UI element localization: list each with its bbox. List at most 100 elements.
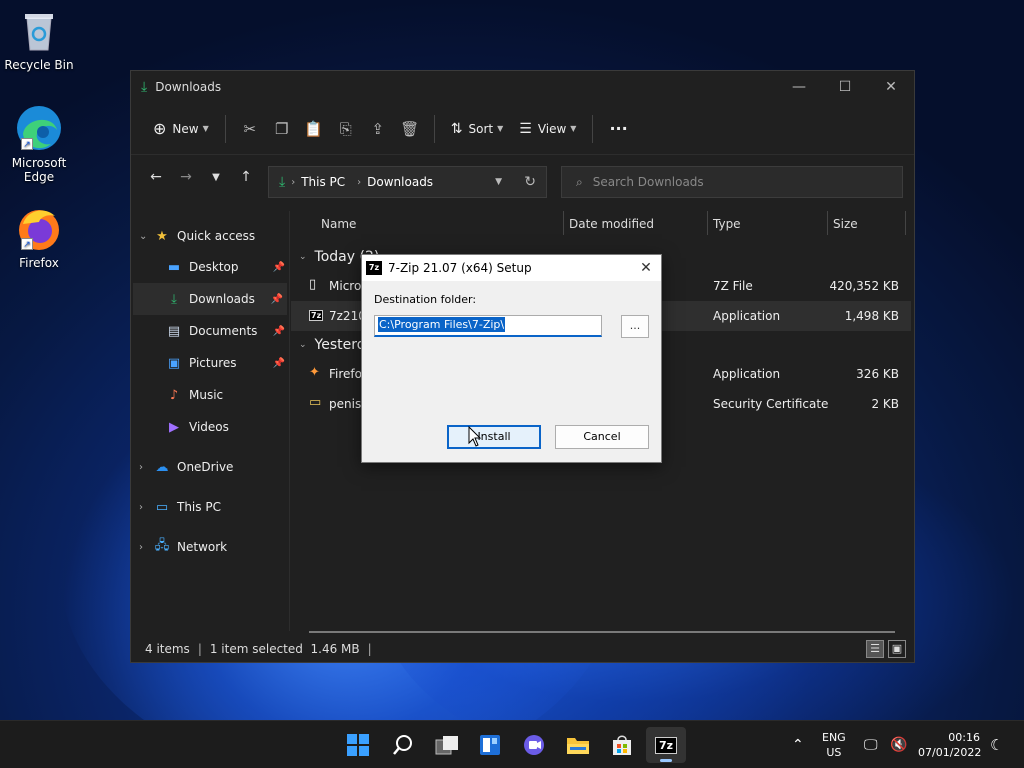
file-size: 1,498 KB — [844, 309, 899, 323]
file-type: 7Z File — [713, 279, 753, 293]
horizontal-scrollbar[interactable] — [309, 631, 895, 633]
cut-button[interactable]: ✂ — [234, 112, 266, 146]
file-explorer-taskbar-button[interactable] — [558, 727, 598, 763]
7zip-taskbar-button[interactable]: 7z — [646, 727, 686, 763]
back-button[interactable]: ← — [141, 162, 171, 192]
tiles-view-button[interactable]: ▣ — [888, 640, 906, 658]
up-button[interactable]: ↑ — [231, 162, 261, 192]
sidebar-item-pictures[interactable]: ▣ Pictures 📌 — [131, 347, 289, 379]
search-taskbar-button[interactable] — [383, 727, 423, 763]
network-status-button[interactable]: 🖵 — [864, 721, 878, 768]
desktop-icon-recycle-bin[interactable]: Recycle Bin — [4, 6, 74, 72]
new-button[interactable]: ⊕ New ▼ — [145, 112, 217, 146]
pin-icon[interactable]: 📌 — [271, 294, 283, 305]
sidebar-item-label: Network — [177, 540, 228, 554]
pane-divider[interactable] — [289, 211, 290, 631]
arrow-right-icon: → — [180, 169, 192, 185]
view-label: View — [537, 121, 567, 136]
pin-icon[interactable]: 📌 — [273, 358, 285, 369]
share-button[interactable]: ⇪ — [362, 112, 394, 146]
view-button[interactable]: ☰ View ▼ — [511, 112, 584, 146]
store-button[interactable] — [602, 727, 642, 763]
new-label: New — [172, 121, 199, 136]
sidebar-item-downloads[interactable]: ⤓ Downloads 📌 — [133, 283, 287, 315]
pin-icon[interactable]: 📌 — [273, 326, 285, 337]
column-header-type[interactable]: Type — [713, 217, 741, 231]
column-header-name[interactable]: Name — [321, 217, 356, 231]
more-options-button[interactable]: ··· — [601, 112, 635, 146]
dialog-title-bar[interactable]: 7z 7-Zip 21.07 (x64) Setup — [362, 255, 661, 281]
clock[interactable]: 00:16 07/01/2022 — [918, 730, 982, 760]
chevron-down-icon: ▼ — [570, 124, 577, 133]
music-icon: ♪ — [169, 387, 179, 403]
breadcrumb-this-pc[interactable]: This PC — [301, 175, 345, 189]
focus-assist-button[interactable]: ☾ — [990, 721, 1003, 768]
plus-circle-icon: ⊕ — [153, 119, 167, 138]
file-size: 420,352 KB — [829, 279, 899, 293]
toolbar-divider — [224, 114, 226, 143]
sidebar-item-network[interactable]: › 🖧 Network — [131, 531, 289, 563]
rename-button[interactable]: ⎘ — [330, 112, 362, 146]
minimize-button[interactable]: — — [776, 71, 822, 103]
sidebar-item-documents[interactable]: ▤ Documents 📌 — [131, 315, 289, 347]
column-header-date-modified[interactable]: Date modified — [569, 217, 654, 231]
status-bar: 4 items | 1 item selected 1.46 MB | ☰ ▣ — [131, 636, 914, 662]
breadcrumb-separator-icon: › — [357, 176, 362, 188]
column-divider[interactable] — [563, 211, 564, 235]
sidebar-item-quick-access[interactable]: ⌄ ★ Quick access — [131, 221, 289, 251]
breadcrumb-downloads[interactable]: Downloads — [367, 175, 433, 189]
browse-button[interactable]: ... — [621, 315, 649, 338]
star-icon: ★ — [156, 228, 168, 244]
desktop-icon-firefox[interactable]: ↗ Firefox — [4, 204, 74, 270]
address-bar[interactable]: ⤓ › This PC › Downloads ▼ ↻ — [268, 166, 547, 198]
destination-folder-label: Destination folder: — [374, 293, 477, 306]
sidebar-item-music[interactable]: ♪ Music — [131, 379, 289, 411]
sidebar-item-videos[interactable]: ▶ Videos — [131, 411, 289, 443]
moon-icon: ☾ — [990, 736, 1004, 754]
cancel-button[interactable]: Cancel — [555, 425, 649, 449]
sidebar-item-onedrive[interactable]: › ☁ OneDrive — [131, 451, 289, 483]
desktop-icon-edge[interactable]: ↗ Microsoft Edge — [4, 104, 74, 184]
column-divider[interactable] — [905, 211, 906, 235]
paste-button[interactable]: 📋 — [298, 112, 330, 146]
install-button[interactable]: Install — [447, 425, 541, 449]
refresh-icon[interactable]: ↻ — [524, 174, 536, 190]
chevron-down-icon[interactable]: ▼ — [495, 177, 502, 187]
paste-icon: 📋 — [304, 119, 324, 138]
chevron-right-icon[interactable]: › — [139, 462, 153, 473]
show-hidden-icons-button[interactable]: ⌃ — [792, 721, 804, 768]
file-type: Application — [713, 367, 781, 381]
recent-locations-button[interactable]: ▼ — [201, 162, 231, 192]
search-box[interactable]: ⌕ Search Downloads — [561, 166, 903, 198]
widgets-button[interactable] — [470, 727, 510, 763]
details-view-button[interactable]: ☰ — [866, 640, 884, 658]
close-button[interactable]: ✕ — [868, 71, 914, 103]
toolbar-divider — [592, 114, 594, 143]
input-language-indicator[interactable]: ENG US — [822, 730, 846, 760]
chevron-down-icon[interactable]: ⌄ — [139, 231, 153, 242]
chevron-right-icon[interactable]: › — [139, 502, 153, 513]
column-divider[interactable] — [827, 211, 828, 235]
sidebar-item-this-pc[interactable]: › ▭ This PC — [131, 491, 289, 523]
maximize-button[interactable]: ☐ — [822, 71, 868, 103]
volume-button[interactable]: 🔇 — [890, 721, 907, 768]
forward-button[interactable]: → — [171, 162, 201, 192]
column-divider[interactable] — [707, 211, 708, 235]
file-type: Security Certificate — [713, 397, 829, 411]
delete-button[interactable]: 🗑 — [394, 112, 426, 146]
download-icon: ⤓ — [171, 291, 177, 307]
sort-button[interactable]: ⇅ Sort ▼ — [443, 112, 512, 146]
sidebar-item-desktop[interactable]: ▬ Desktop 📌 — [131, 251, 289, 283]
start-button[interactable] — [338, 727, 378, 763]
chevron-right-icon[interactable]: › — [139, 542, 153, 553]
dialog-close-button[interactable]: ✕ — [631, 255, 661, 281]
pin-icon[interactable]: 📌 — [273, 262, 285, 273]
copy-button[interactable]: ❐ — [266, 112, 298, 146]
task-view-button[interactable] — [427, 727, 467, 763]
destination-folder-input[interactable]: C:\Program Files\7-Zip\ — [374, 315, 602, 337]
volume-muted-icon: 🔇 — [890, 737, 908, 753]
chat-button[interactable] — [514, 727, 554, 763]
clock-date: 07/01/2022 — [918, 746, 982, 759]
chevron-down-icon: ⌄ — [299, 252, 307, 262]
column-header-size[interactable]: Size — [833, 217, 858, 231]
